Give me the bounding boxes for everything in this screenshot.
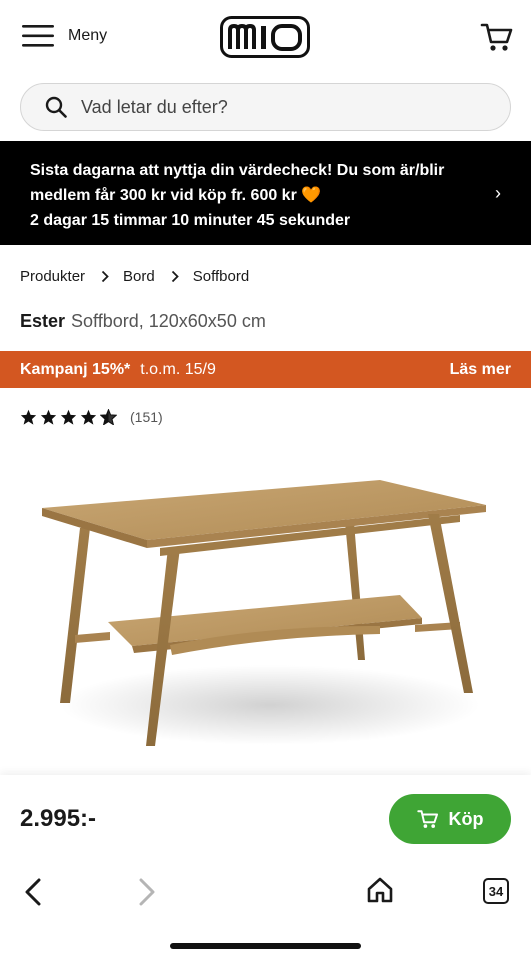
breadcrumb: Produkter Bord Soffbord bbox=[20, 268, 249, 285]
cart-icon bbox=[480, 23, 513, 51]
chevron-right-icon bbox=[171, 270, 179, 283]
cart-button[interactable] bbox=[480, 20, 514, 54]
promo-line-1: Sista dagarna att nyttja din värdecheck!… bbox=[30, 162, 445, 179]
chevron-right-icon bbox=[101, 270, 109, 283]
home-icon[interactable] bbox=[366, 876, 394, 904]
tabs-button[interactable]: 34 bbox=[483, 878, 509, 904]
star-icon bbox=[20, 409, 37, 425]
campaign-bar: Kampanj 15%* t.o.m. 15/9 Läs mer bbox=[0, 351, 531, 388]
breadcrumb-item-soffbord[interactable]: Soffbord bbox=[193, 268, 249, 285]
read-more-link[interactable]: Läs mer bbox=[450, 361, 511, 379]
campaign-label: Kampanj 15%* bbox=[20, 360, 131, 378]
product-image[interactable] bbox=[20, 450, 511, 770]
home-indicator bbox=[170, 943, 361, 949]
forward-arrow-icon[interactable] bbox=[136, 878, 158, 906]
product-description: Soffbord, 120x60x50 cm bbox=[71, 311, 266, 331]
campaign-date: t.o.m. 15/9 bbox=[140, 360, 216, 378]
product-brand: Ester bbox=[20, 311, 66, 331]
browser-toolbar: 34 bbox=[0, 863, 531, 960]
promo-countdown: 2 dagar 15 timmar 10 minuter 45 sekunder bbox=[30, 212, 351, 229]
breadcrumb-item-produkter[interactable]: Produkter bbox=[20, 268, 85, 285]
hamburger-icon bbox=[22, 25, 54, 47]
chevron-right-icon[interactable]: › bbox=[495, 183, 501, 204]
logo-mark bbox=[220, 16, 310, 58]
mio-logo[interactable] bbox=[220, 16, 310, 58]
coffee-table-image bbox=[42, 480, 486, 746]
star-icon bbox=[60, 409, 77, 425]
search-bar[interactable] bbox=[20, 83, 511, 131]
menu-label: Meny bbox=[68, 27, 108, 44]
search-icon bbox=[45, 96, 67, 118]
heart-icon: 🧡 bbox=[301, 187, 322, 204]
product-title: Ester Soffbord, 120x60x50 cm bbox=[20, 311, 266, 332]
product-price: 2.995:- bbox=[20, 805, 97, 832]
purchase-bar: 2.995:- Köp bbox=[0, 775, 531, 863]
buy-button[interactable]: Köp bbox=[389, 794, 511, 844]
promo-line-2: medlem får 300 kr vid köp fr. 600 kr 🧡 bbox=[30, 183, 471, 208]
review-count: (151) bbox=[130, 409, 163, 425]
menu-button[interactable]: Meny bbox=[22, 24, 107, 48]
rating[interactable]: (151) bbox=[20, 409, 163, 425]
promo-line-2-text: medlem får 300 kr vid köp fr. 600 kr bbox=[30, 187, 297, 204]
promo-banner[interactable]: Sista dagarna att nyttja din värdecheck!… bbox=[0, 141, 531, 245]
half-star-icon bbox=[100, 409, 117, 425]
star-icon bbox=[40, 409, 57, 425]
breadcrumb-item-bord[interactable]: Bord bbox=[123, 268, 155, 285]
search-input[interactable] bbox=[81, 96, 481, 118]
cart-icon bbox=[416, 810, 438, 828]
header: Meny bbox=[0, 0, 531, 76]
star-icon bbox=[80, 409, 97, 425]
back-arrow-icon[interactable] bbox=[22, 878, 44, 906]
star-rating bbox=[20, 409, 120, 425]
buy-button-label: Köp bbox=[448, 808, 484, 829]
